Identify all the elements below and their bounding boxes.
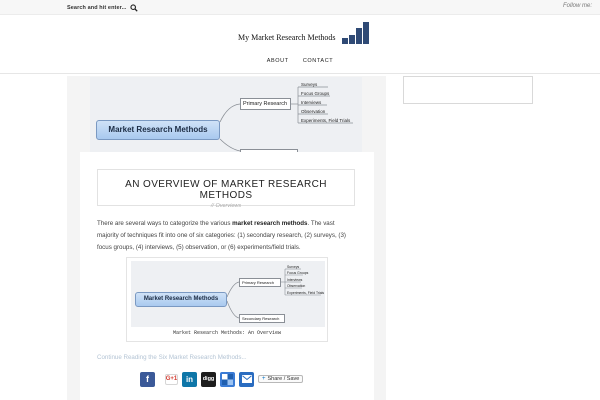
diagram-leaf: Observation <box>301 109 326 114</box>
diagram-leaf: Experiments, Field Trials <box>301 118 351 123</box>
nav-divider <box>0 73 600 74</box>
diagram-leaf: Focus Groups <box>301 91 330 96</box>
digg-share-button[interactable]: digg <box>201 371 216 387</box>
diagram-leaf: Interviews <box>301 100 322 105</box>
search-input[interactable]: Search and hit enter... <box>67 5 126 11</box>
figure-leaf: Observation <box>287 284 306 288</box>
sidebar-widget <box>403 76 533 104</box>
figure-branch-primary: Primary Research <box>239 278 281 287</box>
figure-image[interactable]: Market Research Methods Primary Research… <box>131 261 325 327</box>
delicious-share-button[interactable] <box>220 371 235 387</box>
featured-image[interactable]: Market Research Methods Primary Research… <box>90 77 362 152</box>
read-more-link[interactable]: Continue Reading the Six Market Research… <box>97 354 247 361</box>
search-bar[interactable]: Search and hit enter... <box>67 2 139 13</box>
top-bar: Search and hit enter... Follow me: <box>0 0 600 15</box>
figure-root-node: Market Research Methods <box>135 292 227 307</box>
nav-item-contact[interactable]: CONTACT <box>303 58 333 64</box>
plus-icon: + <box>262 376 266 382</box>
linkedin-icon: in <box>185 374 194 384</box>
facebook-icon: f <box>146 374 149 384</box>
digg-icon: digg <box>202 376 215 382</box>
share-save-button[interactable]: + Share / Save <box>258 375 304 383</box>
email-share-button[interactable] <box>239 371 254 387</box>
figure-leaf: Interviews <box>287 278 303 282</box>
google-plus-icon: G+1 <box>165 376 178 382</box>
post-category[interactable]: // Overviews <box>98 203 354 209</box>
share-buttons: f G+1 in digg + Share / Save <box>140 371 304 387</box>
envelope-icon <box>241 375 252 383</box>
post-header: AN OVERVIEW OF MARKET RESEARCH METHODS /… <box>97 169 355 209</box>
share-save-label: Share / Save <box>267 376 300 382</box>
figure-leaf: Focus Groups <box>287 271 309 275</box>
diagram-branch-node: Primary Research <box>240 98 291 110</box>
figure-branch-secondary: Secondary Research <box>239 314 285 323</box>
follow-me-label: Follow me: <box>562 3 592 9</box>
linkedin-share-button[interactable]: in <box>182 371 197 387</box>
post-figure: Market Research Methods Primary Research… <box>126 257 328 342</box>
figure-leaf: Experiments, Field Trials <box>287 291 325 295</box>
post-title[interactable]: AN OVERVIEW OF MARKET RESEARCH METHODS <box>98 179 354 201</box>
delicious-icon <box>222 373 233 385</box>
google-plus-button[interactable]: G+1 <box>165 373 178 385</box>
post-excerpt: There are several ways to categorize the… <box>97 220 346 251</box>
diagram-leaf: Surveys <box>301 82 318 87</box>
bar-chart-logo-icon <box>341 22 369 44</box>
featured-diagram-lines <box>219 86 353 152</box>
facebook-share-button[interactable]: f <box>140 371 155 387</box>
main-nav: ABOUT CONTACT <box>0 58 600 64</box>
diagram-root-node: Market Research Methods <box>96 120 220 140</box>
search-icon[interactable] <box>130 3 139 12</box>
site-logo[interactable]: My Market Research Methods <box>238 22 369 44</box>
figure-caption: Market Research Methods: An Overview <box>172 330 282 336</box>
site-title[interactable]: My Market Research Methods <box>238 33 336 42</box>
nav-item-about[interactable]: ABOUT <box>267 58 289 64</box>
figure-leaf: Surveys <box>287 265 300 269</box>
